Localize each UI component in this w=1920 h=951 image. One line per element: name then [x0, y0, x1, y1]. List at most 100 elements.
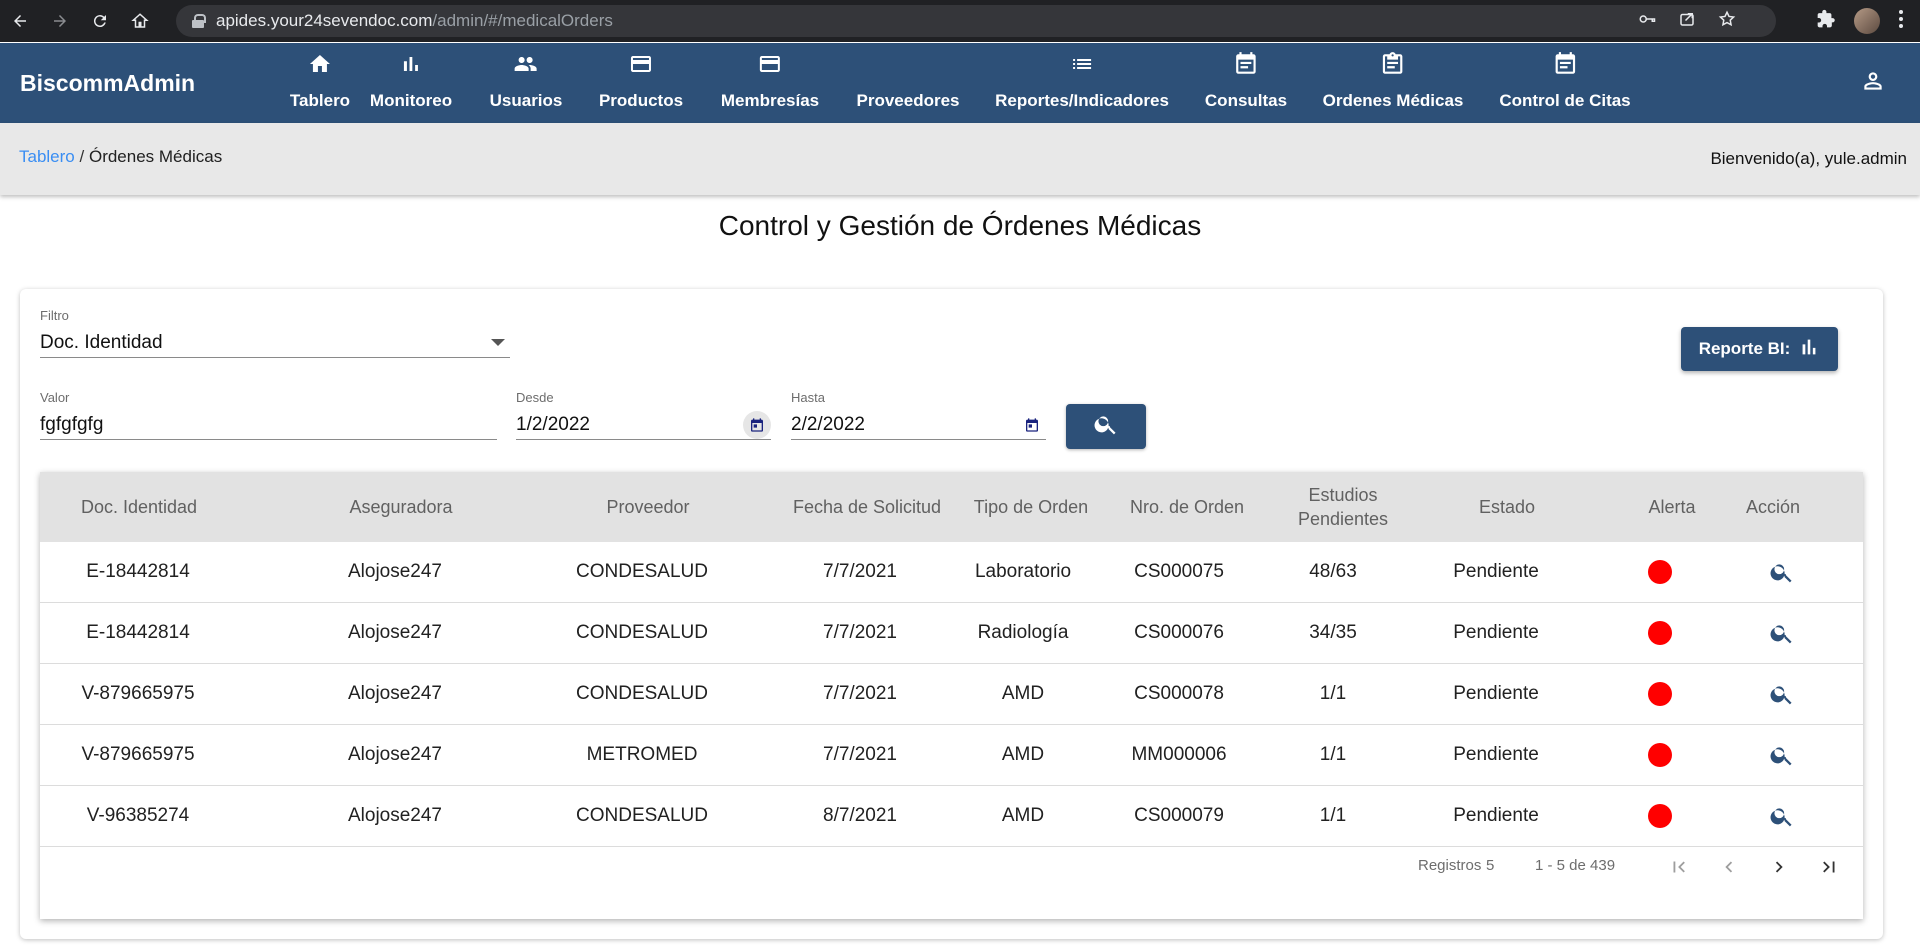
breadcrumb-current: Órdenes Médicas [88, 147, 223, 166]
dropdown-arrow-icon[interactable] [491, 339, 505, 346]
page-size-label: Registros [1418, 857, 1482, 874]
column-header-provider[interactable]: Proveedor [606, 472, 689, 542]
page-size-select[interactable]: 5 [1486, 857, 1494, 874]
cell-order: CS000079 [1134, 805, 1224, 826]
column-header-status[interactable]: Estado [1479, 472, 1535, 542]
share-icon[interactable] [1678, 10, 1696, 33]
column-header-doc[interactable]: Doc. Identidad [81, 472, 197, 542]
cell-type: AMD [1001, 683, 1045, 704]
bar-chart-icon [399, 51, 423, 77]
forward-icon[interactable] [40, 0, 80, 42]
column-header-action: Acción [1745, 497, 1801, 517]
alert-indicator [1648, 664, 1672, 724]
alert-dot-icon [1648, 804, 1672, 828]
credit-card-icon [628, 51, 654, 77]
page-title: Control y Gestión de Órdenes Médicas [718, 210, 1202, 241]
next-page-icon[interactable] [1765, 853, 1793, 881]
welcome-text: Bienvenido(a), yule.admin [1710, 149, 1907, 168]
alert-dot-icon [1648, 560, 1672, 584]
nav-proveedores[interactable]: Proveedores [857, 43, 960, 123]
nav-membresias[interactable]: Membresías [721, 43, 819, 123]
cell-pending: 48/63 [1309, 561, 1357, 582]
value-field[interactable]: Valor fgfgfgfg [40, 390, 497, 440]
column-header-alert: Alerta [1648, 497, 1696, 517]
column-header-type[interactable]: Tipo de Orden [974, 472, 1088, 542]
cell-status: Pendiente [1453, 805, 1539, 826]
cell-date: 7/7/2021 [823, 683, 897, 704]
menu-kebab-icon[interactable] [1898, 9, 1904, 34]
column-header-pending[interactable]: Estudios Pendientes [1288, 472, 1398, 542]
profile-avatar[interactable] [1854, 8, 1880, 34]
value-input[interactable]: fgfgfgfg [40, 414, 103, 436]
page-range: 1 - 5 de 439 [1535, 857, 1616, 874]
view-order-button[interactable] [1769, 725, 1795, 785]
nav-consultas[interactable]: Consultas [1205, 43, 1287, 123]
column-header-insurer[interactable]: Aseguradora [349, 472, 452, 542]
from-date-input[interactable]: 1/2/2022 [516, 414, 590, 436]
back-icon[interactable] [0, 0, 40, 42]
to-date-input[interactable]: 2/2/2022 [791, 414, 865, 436]
first-page-icon[interactable] [1665, 853, 1693, 881]
cell-doc: V-879665975 [81, 683, 195, 704]
home-icon[interactable] [120, 0, 160, 42]
view-order-button[interactable] [1769, 786, 1795, 846]
extensions-icon[interactable] [1816, 9, 1836, 34]
column-header-order[interactable]: Nro. de Orden [1130, 472, 1244, 542]
calendar-icon[interactable] [743, 410, 771, 439]
nav-ordenes-medicas[interactable]: Ordenes Médicas [1323, 43, 1463, 123]
cell-doc: V-879665975 [81, 744, 195, 765]
from-date-label: Desde [516, 390, 554, 405]
to-date-field[interactable]: Hasta 2/2/2022 [791, 390, 1046, 440]
table-header: Doc. Identidad Aseguradora Proveedor Fec… [40, 472, 1863, 542]
event-note-icon [1233, 51, 1259, 77]
search-icon [1770, 686, 1792, 705]
account-icon[interactable] [1860, 68, 1886, 99]
cell-insurer: Alojose247 [347, 622, 443, 643]
search-button[interactable] [1066, 404, 1146, 449]
nav-tablero[interactable]: Tablero [290, 43, 350, 123]
bar-chart-icon [1798, 336, 1820, 363]
nav-productos[interactable]: Productos [599, 43, 683, 123]
last-page-icon[interactable] [1815, 853, 1843, 881]
report-bi-button[interactable]: Reporte BI: [1681, 327, 1838, 371]
cell-type: Radiología [977, 622, 1069, 643]
breadcrumb-link-tablero[interactable]: Tablero [19, 147, 75, 166]
view-order-button[interactable] [1769, 542, 1795, 602]
from-date-field[interactable]: Desde 1/2/2022 [516, 390, 771, 440]
cell-pending: 1/1 [1319, 744, 1347, 765]
star-icon[interactable] [1718, 10, 1736, 33]
value-label: Valor [40, 390, 70, 405]
orders-table: Doc. Identidad Aseguradora Proveedor Fec… [40, 472, 1863, 919]
search-icon [1770, 625, 1792, 644]
filter-value: Doc. Identidad [40, 331, 163, 353]
alert-indicator [1648, 725, 1672, 785]
url-text: apides.your24sevendoc.com/admin/#/medica… [216, 11, 613, 30]
previous-page-icon[interactable] [1715, 853, 1743, 881]
view-order-button[interactable] [1769, 664, 1795, 724]
column-header-date[interactable]: Fecha de Solicitud [793, 472, 941, 542]
nav-reportes[interactable]: Reportes/Indicadores [995, 43, 1169, 123]
nav-monitoreo[interactable]: Monitoreo [370, 43, 452, 123]
cell-status: Pendiente [1453, 744, 1539, 765]
address-bar[interactable]: apides.your24sevendoc.com/admin/#/medica… [176, 5, 1776, 37]
assignment-icon [1380, 51, 1406, 77]
cell-insurer: Alojose247 [347, 805, 443, 826]
brand-title[interactable]: BiscommAdmin [20, 70, 195, 97]
cell-status: Pendiente [1453, 561, 1539, 582]
filter-select[interactable]: Filtro Doc. Identidad [40, 308, 510, 358]
view-order-button[interactable] [1769, 603, 1795, 663]
key-icon[interactable] [1638, 10, 1656, 33]
cell-pending: 1/1 [1319, 683, 1347, 704]
cell-insurer: Alojose247 [347, 683, 443, 704]
nav-control-citas[interactable]: Control de Citas [1499, 43, 1631, 123]
nav-usuarios[interactable]: Usuarios [490, 43, 562, 123]
to-date-label: Hasta [791, 390, 825, 405]
calendar-icon[interactable] [1018, 411, 1046, 439]
credit-card-icon [757, 51, 783, 77]
reload-icon[interactable] [80, 0, 120, 42]
cell-date: 7/7/2021 [823, 744, 897, 765]
table-row: E-18442814 Alojose247 CONDESALUD 7/7/202… [40, 603, 1863, 664]
cell-pending: 34/35 [1309, 622, 1357, 643]
breadcrumb-separator: / [79, 147, 85, 166]
browser-toolbar: apides.your24sevendoc.com/admin/#/medica… [0, 0, 1920, 42]
